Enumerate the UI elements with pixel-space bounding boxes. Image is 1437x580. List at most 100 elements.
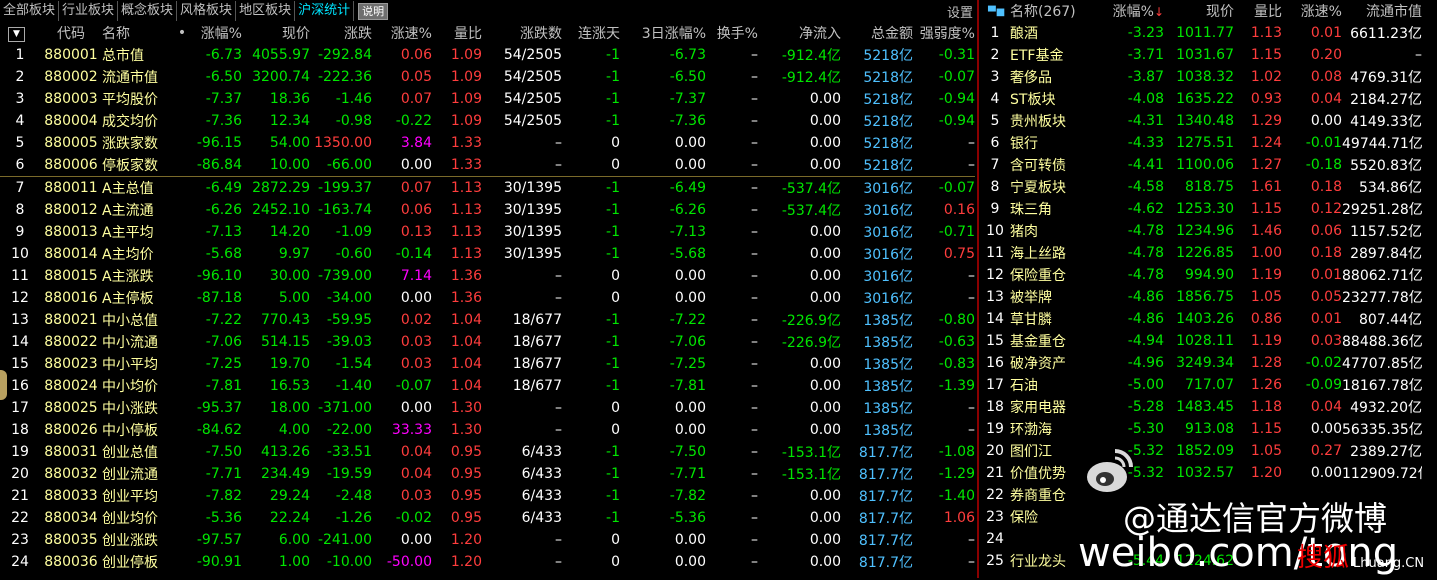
cell-amount: 3016亿 bbox=[863, 269, 913, 285]
table-row[interactable]: 18 880026 中小停板 -84.62 4.00 -22.00 33.33 1.30 – 0 0… bbox=[0, 419, 975, 441]
cell-chg-pct bbox=[1102, 484, 1164, 506]
cell-chg: -19.59 bbox=[326, 466, 372, 482]
col-chg-pct[interactable]: 涨幅%↓ bbox=[1102, 0, 1164, 22]
list-item[interactable]: 18 家用电器 -5.28 1483.45 1.18 0.04 4932.20亿 bbox=[980, 396, 1422, 418]
table-row[interactable]: 11 880015 A主涨跌 -96.10 30.00 -739.00 7.14 1.36 – 0… bbox=[0, 265, 975, 287]
tab-0[interactable]: 全部板块 bbox=[0, 1, 60, 21]
tab-4[interactable]: 地区板块 bbox=[236, 1, 296, 21]
col-adv-dec[interactable]: 涨跌数 bbox=[482, 22, 562, 44]
col-name[interactable]: 名称 bbox=[102, 22, 172, 44]
table-row[interactable]: 1 880001 总市值 -6.73 4055.97 -292.84 0.06 1.09 54/… bbox=[0, 44, 975, 66]
table-row[interactable]: 15 880023 中小平均 -7.25 19.70 -1.54 0.03 1.04 18/67… bbox=[0, 353, 975, 375]
table-row[interactable]: 5 880005 涨跌家数 -96.15 54.00 1350.00 3.84 1.33 – 0 0… bbox=[0, 132, 975, 154]
settings-button[interactable]: 设置 bbox=[947, 2, 973, 21]
table-row[interactable]: 21 880033 创业平均 -7.82 29.24 -2.48 0.03 0.95 6/433… bbox=[0, 485, 975, 507]
cell-turnover: – bbox=[751, 69, 758, 85]
list-item[interactable]: 24 bbox=[980, 528, 1422, 550]
row-index: 24 bbox=[11, 554, 29, 570]
table-row[interactable]: 23 880035 创业涨跌 -97.57 6.00 -241.00 0.00 1.20 – 0 0… bbox=[0, 529, 975, 551]
table-row[interactable]: 13 880021 中小总值 -7.22 770.43 -59.95 0.02 1.04 18/… bbox=[0, 309, 975, 331]
sort-toggle-button[interactable]: ▼ bbox=[8, 27, 25, 42]
cell-amount: 1385亿 bbox=[863, 357, 913, 373]
cell-amount: 817.7亿 bbox=[858, 467, 913, 483]
cell-amount: 1385亿 bbox=[863, 313, 913, 329]
tab-2[interactable]: 概念板块 bbox=[118, 1, 178, 21]
table-row[interactable]: 8 880012 A主流通 -6.26 2452.10 -163.74 0.06 1.13 30… bbox=[0, 199, 975, 221]
col-chg3[interactable]: 3日涨幅% bbox=[620, 22, 706, 44]
cell-chg-pct: -6.26 bbox=[205, 202, 242, 218]
table-row[interactable]: 22 880034 创业均价 -5.36 22.24 -1.26 -0.02 0.95 6/43… bbox=[0, 507, 975, 529]
table-row[interactable]: 24 880036 创业停板 -90.91 1.00 -10.00 -50.00 1.20 – 0… bbox=[0, 551, 975, 573]
table-row[interactable]: 16 880024 中小均价 -7.81 16.53 -1.40 -0.07 1.04 18/6… bbox=[0, 375, 975, 397]
col-vol-ratio[interactable]: 量比 bbox=[1234, 0, 1282, 22]
col-net-in[interactable]: 净流入 bbox=[758, 22, 841, 44]
table-row[interactable]: 7 880011 A主总值 -6.49 2872.29 -199.37 0.07 1.13 30… bbox=[0, 176, 975, 199]
table-row[interactable]: 6 880006 停板家数 -86.84 10.00 -66.00 0.00 1.33 – 0 0.… bbox=[0, 154, 975, 177]
list-item[interactable]: 11 海上丝路 -4.78 1226.85 1.00 0.18 2897.84亿 bbox=[980, 242, 1422, 264]
list-item[interactable]: 1 酿酒 -3.23 1011.77 1.13 0.01 6611.23亿 bbox=[980, 22, 1422, 44]
col-speed[interactable]: 涨速% bbox=[1282, 0, 1342, 22]
list-item[interactable]: 22 券商重仓 bbox=[980, 484, 1422, 506]
cell-vol-ratio bbox=[1234, 484, 1282, 506]
col-amount[interactable]: 总金额 bbox=[841, 22, 913, 44]
list-item[interactable]: 15 基金重仓 -4.94 1028.11 1.19 0.03 88488.36亿 bbox=[980, 330, 1422, 352]
cell-strength: – bbox=[968, 400, 975, 416]
col-chg[interactable]: 涨跌 bbox=[310, 22, 372, 44]
table-row[interactable]: 3 880003 平均股价 -7.37 18.36 -1.46 0.07 1.09 54/250… bbox=[0, 88, 975, 110]
list-item[interactable]: 14 草甘膦 -4.86 1403.26 0.86 0.01 807.44亿 bbox=[980, 308, 1422, 330]
tab-5[interactable]: 沪深统计 bbox=[295, 1, 355, 21]
table-row[interactable]: 2 880002 流通市值 -6.50 3200.74 -222.36 0.05 1.09 54… bbox=[0, 66, 975, 88]
collapse-handle[interactable] bbox=[0, 370, 7, 400]
list-item[interactable]: 21 价值优势 -5.32 1032.57 1.20 0.00112909.72亿 bbox=[980, 462, 1422, 484]
col-speed[interactable]: 涨速% bbox=[372, 22, 432, 44]
cell-net-in: 0.00 bbox=[809, 157, 841, 173]
col-price[interactable]: 现价 bbox=[242, 22, 310, 44]
table-row[interactable]: 14 880022 中小流通 -7.06 514.15 -39.03 0.03 1.04 18/… bbox=[0, 331, 975, 353]
table-row[interactable]: 12 880016 A主停板 -87.18 5.00 -34.00 0.00 1.36 – 0 0.… bbox=[0, 287, 975, 309]
tab-3[interactable]: 风格板块 bbox=[177, 1, 237, 21]
col-chg-pct[interactable]: 涨幅% bbox=[192, 22, 242, 44]
list-item[interactable]: 7 含可转债 -4.41 1100.06 1.27 -0.18 5520.83亿 bbox=[980, 154, 1422, 176]
col-cons-up[interactable]: 连涨天 bbox=[562, 22, 620, 44]
list-item[interactable]: 10 猪肉 -4.78 1234.96 1.46 0.06 1157.52亿 bbox=[980, 220, 1422, 242]
row-index: 6 bbox=[990, 135, 1000, 151]
table-row[interactable]: 9 880013 A主平均 -7.13 14.20 -1.09 0.13 1.13 30/139… bbox=[0, 221, 975, 243]
cell-net-in: 0.00 bbox=[809, 268, 841, 284]
list-item[interactable]: 6 银行 -4.33 1275.51 1.24 -0.01 49744.71亿 bbox=[980, 132, 1422, 154]
col-name[interactable]: 名称(267) bbox=[1010, 0, 1102, 22]
list-item[interactable]: 4 ST板块 -4.08 1635.22 0.93 0.04 2184.27亿 bbox=[980, 88, 1422, 110]
flag-icon[interactable]: ▀■ bbox=[988, 7, 1005, 18]
list-item[interactable]: 17 石油 -5.00 717.07 1.26 -0.09 18167.78亿 bbox=[980, 374, 1422, 396]
col-strength[interactable]: 强弱度% bbox=[913, 22, 975, 44]
list-item[interactable]: 12 保险重仓 -4.78 994.90 1.19 0.01 88062.71亿 bbox=[980, 264, 1422, 286]
list-item[interactable]: 16 破净资产 -4.96 3249.34 1.28 -0.02 47707.85亿 bbox=[980, 352, 1422, 374]
table-row[interactable]: 17 880025 中小涨跌 -95.37 18.00 -371.00 0.00 1.30 – 0… bbox=[0, 397, 975, 419]
list-item[interactable]: 25 行业龙头 -5.44 1224.62 bbox=[980, 550, 1422, 572]
cell-speed: 0.27 bbox=[1310, 443, 1342, 459]
table-row[interactable]: 10 880014 A主均价 -5.68 9.97 -0.60 -0.14 1.13 30/13… bbox=[0, 243, 975, 265]
col-cap[interactable]: 流通市值 bbox=[1342, 0, 1422, 22]
col-code[interactable]: 代码 bbox=[40, 22, 102, 44]
cell-cons-up: -1 bbox=[606, 91, 620, 107]
explain-button[interactable]: 说明 bbox=[358, 2, 389, 20]
col-vol-ratio[interactable]: 量比 bbox=[432, 22, 482, 44]
cell-cons-up: -1 bbox=[606, 312, 620, 328]
tab-1[interactable]: 行业板块 bbox=[59, 1, 119, 21]
list-item[interactable]: 3 奢侈品 -3.87 1038.32 1.02 0.08 4769.31亿 bbox=[980, 66, 1422, 88]
col-turnover[interactable]: 换手% bbox=[706, 22, 758, 44]
list-item[interactable]: 20 图们江 -5.32 1852.09 1.05 0.27 2389.27亿 bbox=[980, 440, 1422, 462]
cell-cons-up: -1 bbox=[562, 176, 620, 199]
list-item[interactable]: 8 宁夏板块 -4.58 818.75 1.61 0.18 534.86亿 bbox=[980, 176, 1422, 198]
panel-divider[interactable] bbox=[977, 0, 979, 578]
list-item[interactable]: 5 贵州板块 -4.31 1340.48 1.29 0.00 4149.33亿 bbox=[980, 110, 1422, 132]
list-item[interactable]: 13 被举牌 -4.86 1856.75 1.05 0.05 23277.78亿 bbox=[980, 286, 1422, 308]
table-row[interactable]: 4 880004 成交均价 -7.36 12.34 -0.98 -0.22 1.09 54/25… bbox=[0, 110, 975, 132]
table-row[interactable]: 19 880031 创业总值 -7.50 413.26 -33.51 0.04 0.95 6/4… bbox=[0, 441, 975, 463]
list-item[interactable]: 2 ETF基金 -3.71 1031.67 1.15 0.20 – bbox=[980, 44, 1422, 66]
col-price[interactable]: 现价 bbox=[1164, 0, 1234, 22]
list-item[interactable]: 9 珠三角 -4.62 1253.30 1.15 0.12 29251.28亿 bbox=[980, 198, 1422, 220]
list-item[interactable]: 19 环渤海 -5.30 913.08 1.15 0.00 56335.35亿 bbox=[980, 418, 1422, 440]
table-row[interactable]: 20 880032 创业流通 -7.71 234.49 -19.59 0.04 0.95 6/4… bbox=[0, 463, 975, 485]
list-item[interactable]: 23 保险 bbox=[980, 506, 1422, 528]
row-index: 5 bbox=[15, 135, 25, 151]
